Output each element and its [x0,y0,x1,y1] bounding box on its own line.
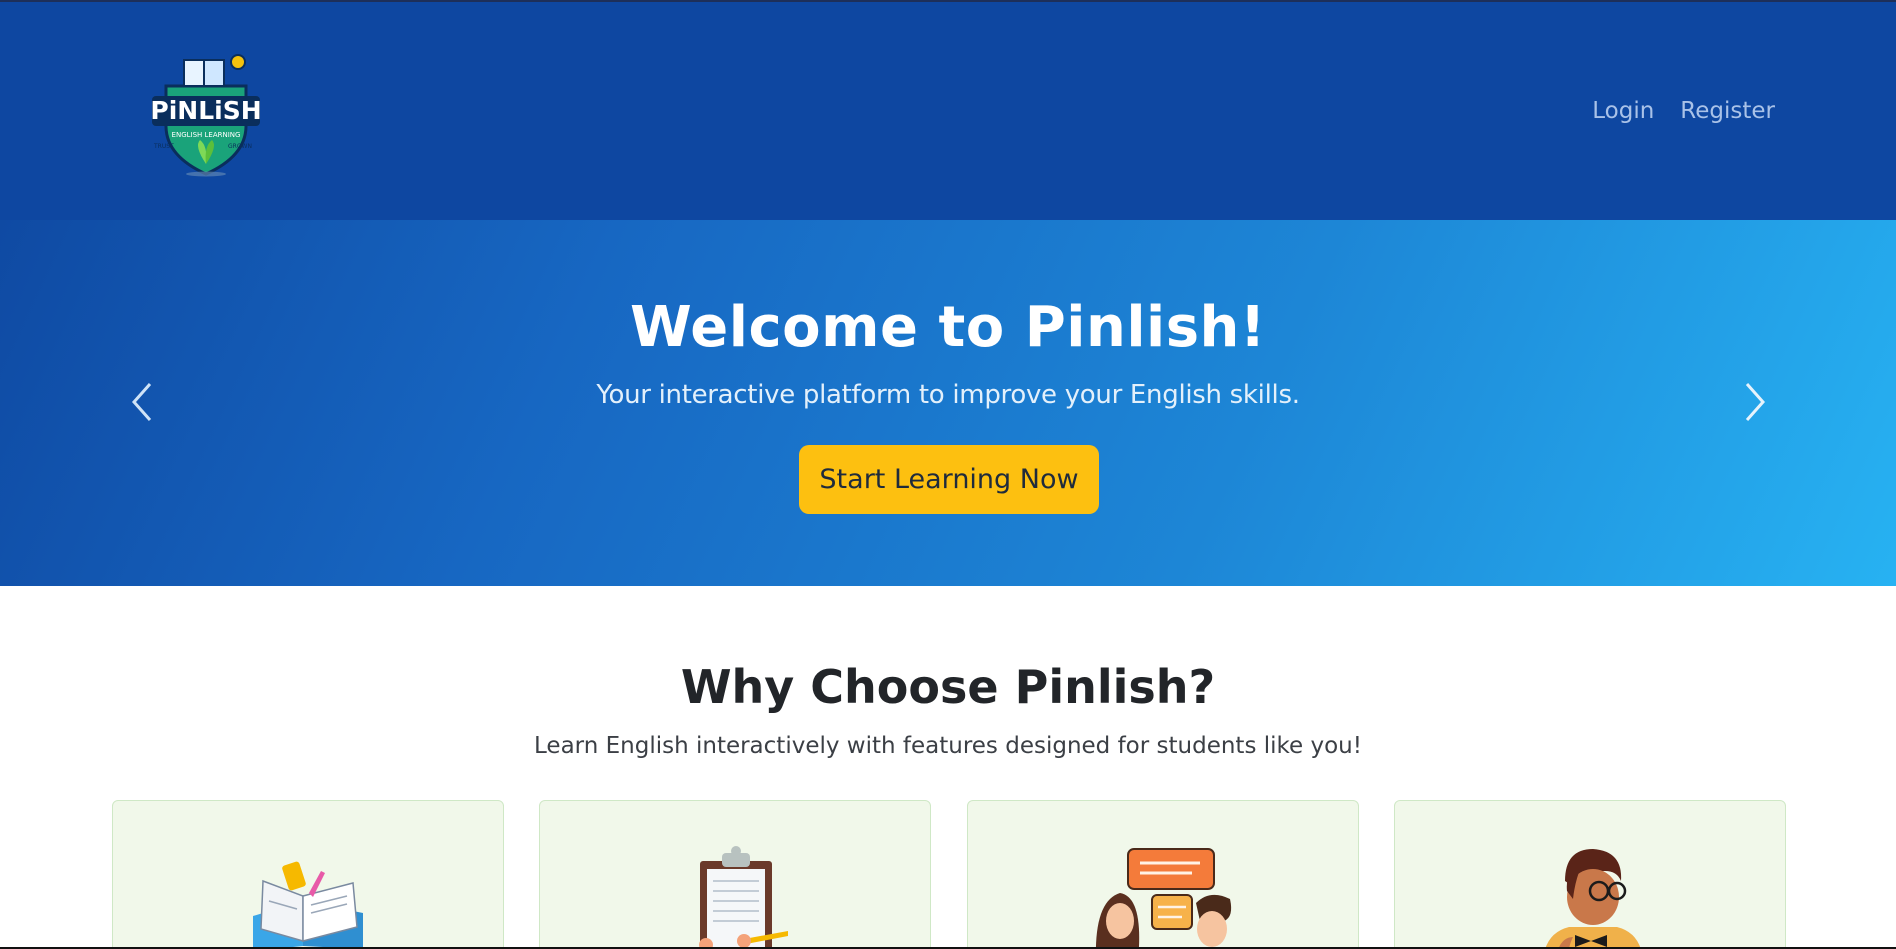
hero-title: Welcome to Pinlish! [630,295,1266,360]
nav-links: Login Register [1592,98,1775,124]
features-subtitle: Learn English interactively with feature… [534,733,1362,759]
feature-card-speaking[interactable] [967,800,1359,949]
page: PiNLiSH ENGLISH LEARNING TRUST GROWN Log… [0,0,1896,949]
student-icon [1545,849,1641,949]
logo-left-word: TRUST [153,143,174,150]
logo-wordmark: PiNLiSH [150,96,261,125]
hero-carousel: Welcome to Pinlish! Your interactive pla… [0,220,1896,586]
pinlish-logo[interactable]: PiNLiSH ENGLISH LEARNING TRUST GROWN [146,46,266,178]
conversation-icon [1095,848,1232,949]
pinlish-logo-icon: PiNLiSH ENGLISH LEARNING TRUST GROWN [150,54,262,177]
logo-right-word: GROWN [228,143,252,150]
feature-card-community[interactable] [1394,800,1786,949]
chevron-right-icon [1745,383,1766,421]
open-book-icon [253,861,363,949]
carousel-next-button[interactable] [1739,380,1769,424]
feature-card-quizzes[interactable] [539,800,931,949]
clipboard-icon [699,846,788,949]
login-link[interactable]: Login [1592,98,1654,124]
start-learning-button[interactable]: Start Learning Now [799,445,1099,514]
features-title: Why Choose Pinlish? [680,660,1216,714]
navbar: PiNLiSH ENGLISH LEARNING TRUST GROWN Log… [0,0,1896,220]
hero-subtitle: Your interactive platform to improve you… [596,380,1300,410]
register-link[interactable]: Register [1680,98,1775,124]
feature-card-reading[interactable] [112,800,504,949]
logo-tagline: ENGLISH LEARNING [172,131,241,139]
